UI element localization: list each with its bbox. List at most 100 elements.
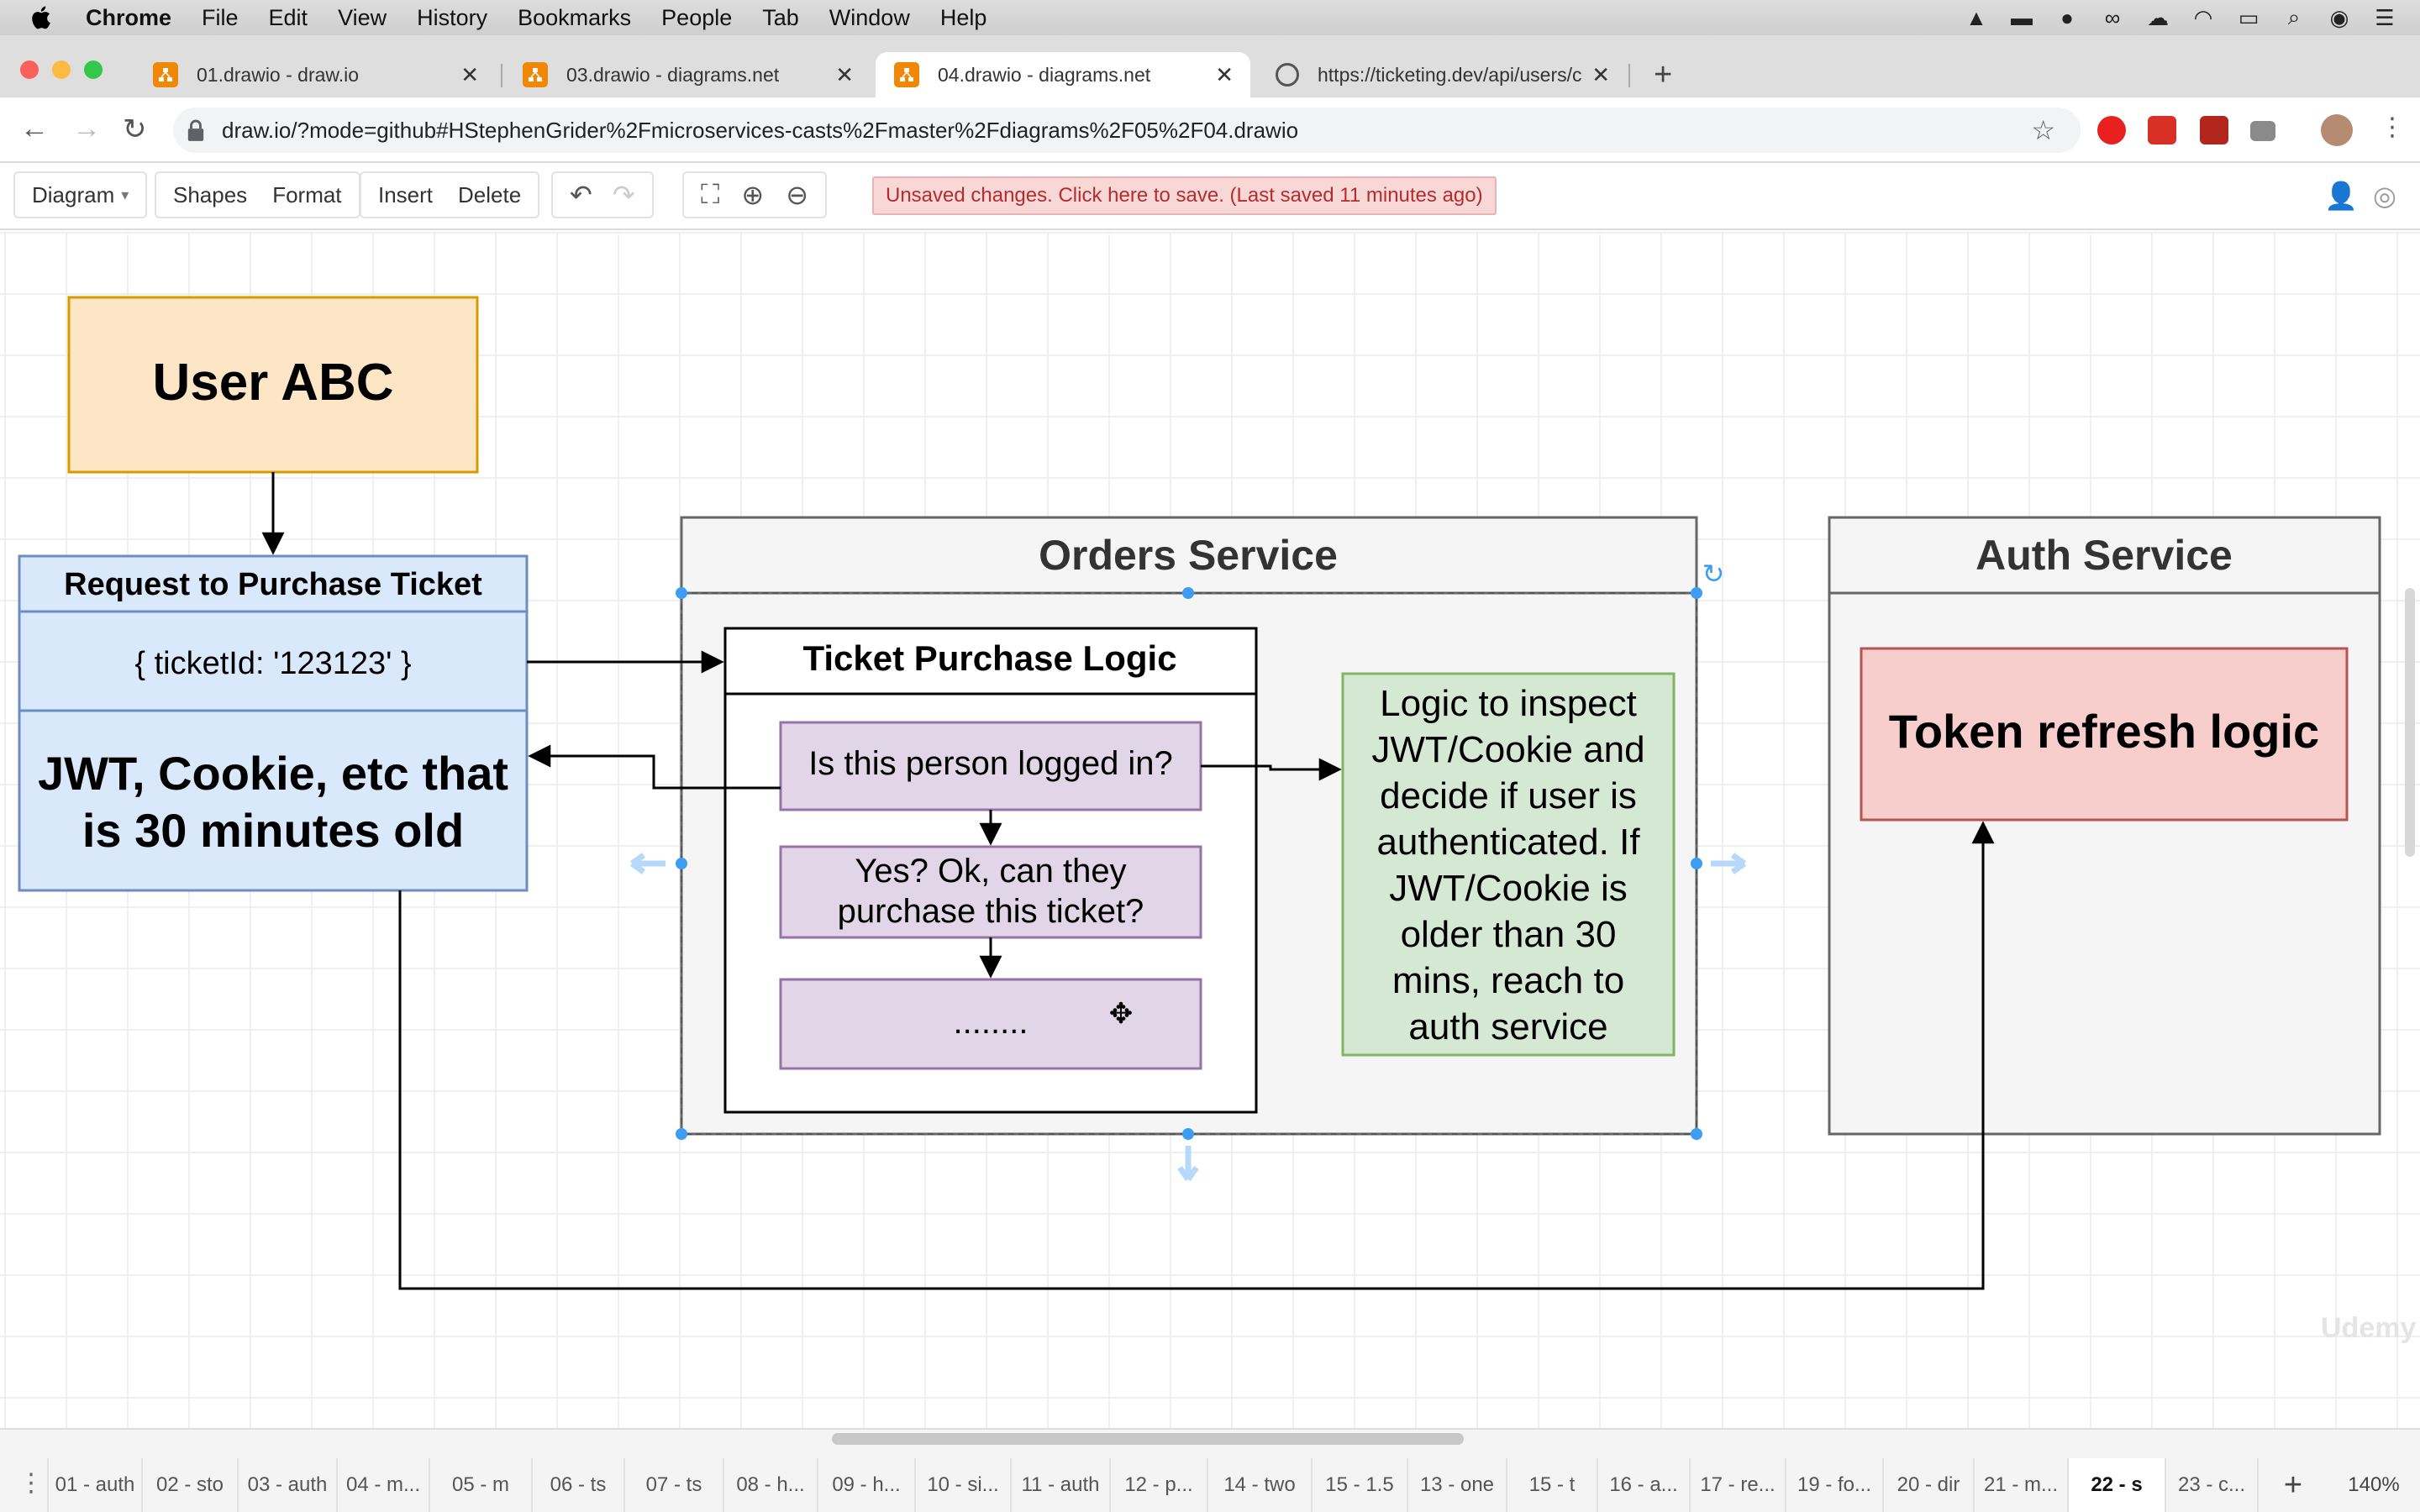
page-tab[interactable]: 23 - c...: [2165, 1458, 2257, 1512]
shapes-button[interactable]: Shapes: [173, 182, 247, 208]
tab-ticketing[interactable]: https://ticketing.dev/api/users/c ✕: [1257, 52, 1627, 97]
format-button[interactable]: Format: [272, 182, 341, 208]
back-icon[interactable]: ←: [20, 113, 49, 145]
glasses-icon[interactable]: ∞: [2099, 4, 2126, 31]
page-tab[interactable]: 14 - two: [1207, 1458, 1311, 1512]
tab-04-drawio[interactable]: 04.drawio - diagrams.net ✕: [876, 52, 1250, 97]
page-tab[interactable]: 19 - fo...: [1785, 1458, 1882, 1512]
page-tab[interactable]: 15 - 1.5: [1311, 1458, 1407, 1512]
redo-icon[interactable]: ↷: [613, 179, 635, 211]
arrow-right-hover-icon[interactable]: [1711, 853, 1747, 874]
rotate-handle-icon[interactable]: ↻: [1702, 559, 1725, 589]
kebab-menu-icon[interactable]: ⋮: [2380, 113, 2405, 142]
page-tab[interactable]: 13 - one: [1407, 1458, 1506, 1512]
arrow-down-hover-icon[interactable]: [1177, 1146, 1199, 1182]
drawio-icon: [153, 62, 178, 87]
diagram-canvas[interactable]: User ABC Request to Purchase Ticket { ti…: [0, 232, 2420, 1428]
page-tab[interactable]: 08 - h...: [723, 1458, 817, 1512]
page-tab[interactable]: 06 - ts: [531, 1458, 623, 1512]
app-icon[interactable]: ●: [2054, 4, 2081, 31]
menu-edit[interactable]: Edit: [269, 5, 308, 31]
window-minimize-button[interactable]: [52, 60, 71, 79]
token-refresh-box[interactable]: Token refresh logic: [1860, 647, 2349, 822]
window-close-button[interactable]: [20, 60, 39, 79]
add-page-icon[interactable]: +: [2257, 1458, 2328, 1512]
cloud-icon[interactable]: ☁: [2144, 4, 2171, 31]
menu-people[interactable]: People: [661, 5, 732, 31]
page-tab[interactable]: 17 - re...: [1689, 1458, 1785, 1512]
page-tab-active[interactable]: 22 - s: [2067, 1458, 2165, 1512]
opera-extension-icon[interactable]: [2097, 116, 2126, 144]
close-icon[interactable]: ✕: [460, 64, 479, 86]
page-tab[interactable]: 03 - auth: [237, 1458, 336, 1512]
horizontal-scrollbar[interactable]: [832, 1433, 1464, 1445]
menu-bookmarks[interactable]: Bookmarks: [518, 5, 631, 31]
user-icon[interactable]: 👤: [2324, 180, 2358, 212]
step-ellipsis[interactable]: ........: [779, 978, 1202, 1070]
forward-icon[interactable]: →: [72, 113, 101, 145]
arrow-left-hover-icon[interactable]: [629, 853, 666, 874]
tab-01-drawio[interactable]: 01.drawio - draw.io ✕: [134, 52, 496, 97]
zoom-in-icon[interactable]: ⊕: [741, 179, 764, 211]
page-tab[interactable]: 20 - dir: [1882, 1458, 1973, 1512]
page-tab[interactable]: 12 - p...: [1109, 1458, 1207, 1512]
user-abc-box[interactable]: User ABC: [67, 296, 479, 474]
zoom-out-icon[interactable]: ⊖: [786, 179, 808, 211]
insert-button[interactable]: Insert: [378, 182, 433, 208]
docker-icon[interactable]: ▬: [2008, 4, 2035, 31]
step-can-purchase[interactable]: Yes? Ok, can they purchase this ticket?: [779, 845, 1202, 939]
globe-icon[interactable]: ◎: [2373, 180, 2396, 212]
page-tab[interactable]: 10 - si...: [914, 1458, 1010, 1512]
battery-icon[interactable]: ▭: [2235, 4, 2262, 31]
extension-icon[interactable]: [2148, 116, 2176, 144]
page-tab[interactable]: 11 - auth: [1010, 1458, 1109, 1512]
star-icon[interactable]: ☆: [2031, 114, 2055, 146]
inspect-line-2: JWT/Cookie and: [1371, 729, 1644, 770]
page-tab[interactable]: 07 - ts: [623, 1458, 723, 1512]
page-tab[interactable]: 01 - auth: [47, 1458, 141, 1512]
menu-history[interactable]: History: [417, 5, 487, 31]
menu-tab[interactable]: Tab: [762, 5, 799, 31]
auth-service-container[interactable]: Auth Service: [1828, 516, 2381, 1136]
close-icon[interactable]: ✕: [1215, 64, 1234, 86]
page-tab[interactable]: 02 - sto: [141, 1458, 237, 1512]
close-icon[interactable]: ✕: [835, 64, 854, 86]
unsaved-changes-banner[interactable]: Unsaved changes. Click here to save. (La…: [872, 176, 1497, 215]
menu-lines-extension-icon[interactable]: [2250, 121, 2275, 141]
menu-view[interactable]: View: [338, 5, 387, 31]
search-icon[interactable]: ⌕: [2281, 4, 2307, 31]
apple-logo-icon[interactable]: [30, 4, 55, 31]
notification-center-icon[interactable]: ☰: [2371, 4, 2398, 31]
fit-page-icon[interactable]: ⛶: [701, 179, 719, 211]
menu-help[interactable]: Help: [940, 5, 987, 31]
menu-chrome[interactable]: Chrome: [86, 5, 171, 31]
wifi-icon[interactable]: ◠: [2190, 4, 2217, 31]
profile-avatar[interactable]: [2321, 114, 2353, 146]
step-logged-in[interactable]: Is this person logged in?: [779, 721, 1202, 811]
window-zoom-button[interactable]: [84, 60, 103, 79]
diagram-menu[interactable]: Diagram: [32, 182, 114, 208]
new-tab-button[interactable]: +: [1654, 57, 1672, 93]
url-bar[interactable]: draw.io/?mode=github#HStephenGrider%2Fmi…: [173, 108, 2081, 153]
page-tab[interactable]: 21 - m...: [1973, 1458, 2067, 1512]
tab-03-drawio[interactable]: 03.drawio - diagrams.net ✕: [504, 52, 871, 97]
page-tab[interactable]: 04 - m...: [336, 1458, 429, 1512]
zoom-level[interactable]: 140%: [2328, 1458, 2420, 1512]
page-tab[interactable]: 09 - h...: [817, 1458, 914, 1512]
vlc-icon[interactable]: ▲: [1963, 4, 1990, 31]
pages-menu-icon[interactable]: ⋮: [18, 1468, 44, 1498]
menu-window[interactable]: Window: [829, 5, 910, 31]
vertical-scrollbar[interactable]: [2405, 588, 2415, 857]
inspect-logic-box[interactable]: Logic to inspect JWT/Cookie and decide i…: [1341, 672, 1676, 1057]
menu-file[interactable]: File: [202, 5, 239, 31]
delete-button[interactable]: Delete: [458, 182, 521, 208]
shield-extension-icon[interactable]: [2200, 116, 2228, 144]
siri-icon[interactable]: ◉: [2326, 4, 2353, 31]
page-tab[interactable]: 16 - a...: [1597, 1458, 1689, 1512]
undo-icon[interactable]: ↶: [570, 179, 592, 211]
page-tab[interactable]: 15 - t: [1506, 1458, 1597, 1512]
reload-icon[interactable]: ↻: [123, 113, 147, 146]
page-tab[interactable]: 05 - m: [429, 1458, 531, 1512]
request-box[interactable]: Request to Purchase Ticket { ticketId: '…: [18, 554, 529, 892]
close-icon[interactable]: ✕: [1591, 64, 1610, 86]
